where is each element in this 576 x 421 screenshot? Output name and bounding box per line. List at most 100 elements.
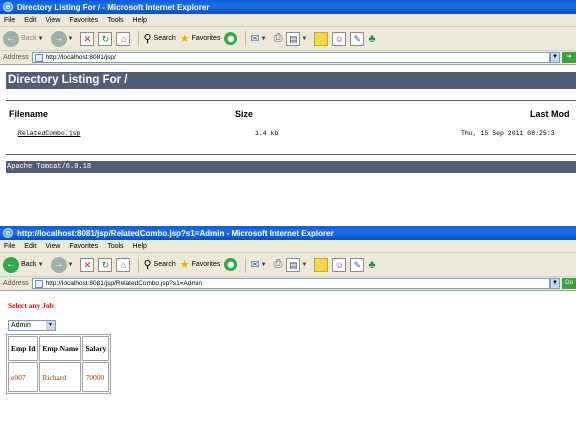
menu-edit[interactable]: Edit [24, 243, 36, 250]
media-icon: ◉ [224, 258, 238, 271]
back-button[interactable]: ← Back ▼ [3, 256, 47, 273]
home-button[interactable]: ⌂ [116, 257, 131, 272]
refresh-button[interactable]: ↻ [98, 31, 113, 46]
chevron-down-icon: ▼ [67, 261, 74, 268]
search-icon: ⚲ [143, 33, 152, 45]
home-icon: ⌂ [116, 31, 131, 46]
column-header-last-modified: Last Mod [530, 109, 570, 119]
messenger-button[interactable]: ☺ [332, 31, 347, 46]
menu-view[interactable]: View [45, 243, 60, 250]
ie-icon: e [3, 2, 13, 12]
menu-tools[interactable]: Tools [107, 17, 123, 24]
print-icon: ⎙ [273, 258, 283, 270]
edit-button[interactable]: ▤ ▼ [286, 31, 310, 46]
separator [138, 30, 140, 47]
stop-button[interactable]: ✕ [80, 257, 95, 272]
search-button[interactable]: ⚲ Search [143, 32, 175, 45]
print-icon: ⎙ [273, 32, 283, 44]
edit-icon: ▤ [286, 31, 301, 46]
back-icon: ← [3, 256, 19, 273]
cell-emp-name: Richard [39, 362, 82, 392]
messenger-people-icon: ♣ [368, 258, 376, 271]
print-button[interactable]: ⎙ [274, 32, 283, 45]
server-footer: Apache Tomcat/6.0.18 [6, 161, 576, 173]
media-button[interactable]: ◉ [224, 32, 238, 45]
extra-button[interactable]: ♣ [368, 259, 375, 271]
research-icon: ✎ [350, 31, 365, 46]
research-button[interactable]: ✎ [350, 257, 365, 272]
page-icon [34, 53, 43, 62]
menu-view[interactable]: View [45, 17, 60, 24]
chevron-down-icon: ▼ [260, 35, 267, 42]
menu-help[interactable]: Help [133, 17, 147, 24]
go-button[interactable]: ➜ [562, 52, 576, 63]
cell-salary: 70000 [82, 362, 110, 392]
favorites-icon: ★ [179, 33, 190, 45]
menu-bar: File Edit View Favorites Tools Help [0, 240, 576, 253]
separator [245, 30, 247, 47]
messenger-button[interactable]: ☺ [332, 257, 347, 272]
favorites-button[interactable]: ★ Favorites [180, 32, 221, 45]
mail-button[interactable]: ✉ ▼ [250, 258, 269, 271]
menu-edit[interactable]: Edit [24, 17, 36, 24]
stop-button[interactable]: ✕ [80, 31, 95, 46]
job-select[interactable]: Admin ▼ [8, 320, 56, 331]
window-title: Directory Listing For / - Microsoft Inte… [17, 2, 210, 12]
menu-bar: File Edit View Favorites Tools Help [0, 14, 576, 27]
file-size: 1.4 kb [255, 130, 279, 137]
menu-favorites[interactable]: Favorites [69, 17, 98, 24]
address-input[interactable]: http://localhost:8081/jsp/RelatedCombo.j… [31, 278, 550, 289]
media-button[interactable]: ◉ [224, 258, 238, 271]
folder-icon [314, 31, 329, 46]
menu-file[interactable]: File [4, 243, 15, 250]
messenger-people-icon: ♣ [368, 32, 376, 45]
menu-help[interactable]: Help [133, 243, 147, 250]
window-title: http://localhost:8081/jsp/RelatedCombo.j… [17, 228, 334, 238]
media-icon: ◉ [224, 32, 238, 45]
job-select-value: Admin [11, 322, 31, 329]
column-header-emp-id: Emp Id [8, 336, 39, 361]
messenger-icon: ☺ [332, 31, 347, 46]
messenger-icon: ☺ [332, 257, 347, 272]
mail-icon: ✉ [250, 33, 260, 45]
file-last-modified: Thu, 15 Sep 2011 08:25:3 [461, 130, 555, 137]
folder-button[interactable] [314, 31, 329, 46]
folder-icon [314, 257, 329, 272]
back-button[interactable]: ← Back ▼ [3, 30, 47, 47]
address-dropdown[interactable]: ▼ [550, 278, 560, 289]
column-header-filename: Filename [9, 109, 49, 119]
menu-file[interactable]: File [4, 17, 15, 24]
go-label: Go [564, 280, 573, 286]
research-button[interactable]: ✎ [350, 31, 365, 46]
page-content: Select any Job Admin ▼ Emp Id Emp Name S… [0, 291, 576, 421]
home-button[interactable]: ⌂ [116, 31, 131, 46]
chevron-down-icon: ▼ [260, 261, 267, 268]
menu-favorites[interactable]: Favorites [69, 243, 98, 250]
address-dropdown[interactable]: ▼ [550, 52, 560, 63]
mail-button[interactable]: ✉ ▼ [250, 32, 269, 45]
refresh-button[interactable]: ↻ [98, 257, 113, 272]
extra-button[interactable]: ♣ [368, 33, 375, 45]
title-bar: e http://localhost:8081/jsp/RelatedCombo… [0, 226, 576, 240]
forward-button[interactable]: → ▼ [50, 30, 77, 47]
page-heading: Select any Job [8, 301, 54, 310]
address-input[interactable]: http://localhost:8081/jsp/ [31, 52, 550, 63]
folder-button[interactable] [314, 257, 329, 272]
address-url: http://localhost:8081/jsp/ [45, 54, 116, 61]
menu-tools[interactable]: Tools [107, 243, 123, 250]
ie-icon: e [3, 228, 13, 238]
go-button[interactable]: Go [562, 278, 576, 289]
forward-button[interactable]: → ▼ [50, 256, 77, 273]
column-header-emp-name: Emp Name [39, 336, 82, 361]
search-button[interactable]: ⚲ Search [143, 258, 175, 271]
favorites-button[interactable]: ★ Favorites [180, 258, 221, 271]
divider [6, 100, 576, 101]
research-icon: ✎ [350, 257, 365, 272]
search-icon: ⚲ [143, 259, 152, 271]
browser-window-directory: e Directory Listing For / - Microsoft In… [0, 0, 576, 187]
toolbar: ← Back ▼ → ▼ ✕ ↻ ⌂ ⚲ Search ★ Favorites … [0, 27, 576, 51]
print-button[interactable]: ⎙ [274, 258, 283, 271]
file-link[interactable]: RelatedCombo.jsp [18, 130, 80, 137]
edit-button[interactable]: ▤ ▼ [286, 257, 310, 272]
stop-icon: ✕ [80, 31, 95, 46]
